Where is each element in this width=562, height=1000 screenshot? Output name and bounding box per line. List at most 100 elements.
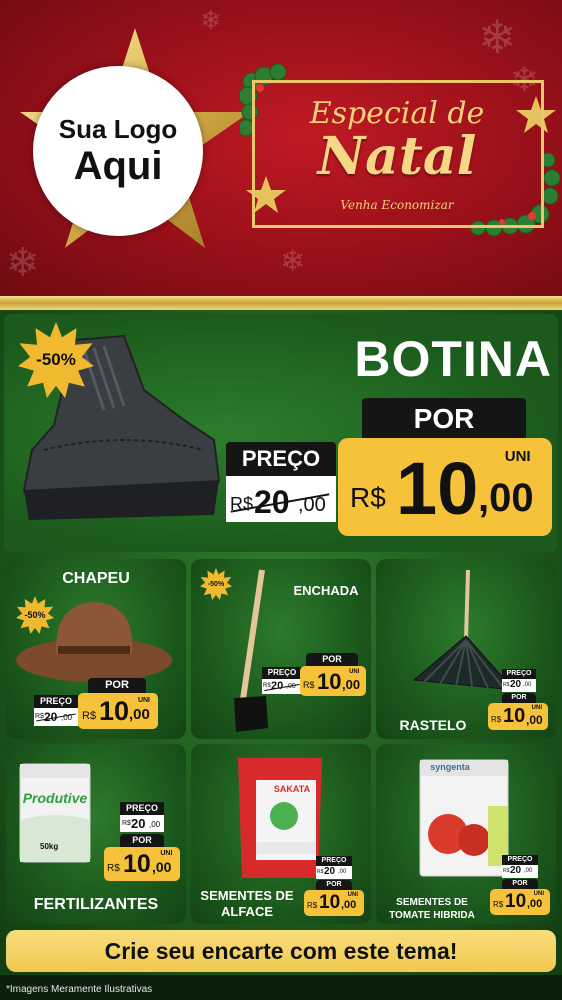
- snowflake-icon: ❄: [280, 244, 306, 279]
- unit-label: UNI: [349, 669, 360, 675]
- preco-label: PREÇO: [502, 855, 538, 865]
- preco-label: PREÇO: [34, 695, 78, 708]
- sale-price: UNI R$ 10 ,00: [300, 666, 366, 696]
- price-currency: R$: [107, 863, 120, 874]
- price-currency: R$: [493, 900, 504, 909]
- price-int: 10: [396, 447, 479, 530]
- old-price-cents: ,00: [524, 868, 533, 874]
- unit-label: UNI: [531, 705, 542, 711]
- old-price-currency: R$: [122, 820, 131, 827]
- price-cents: ,00: [478, 476, 534, 520]
- product-name: SEMENTES DE ALFACE: [194, 888, 300, 920]
- price-cents: ,00: [526, 713, 543, 727]
- old-price: R$ 20 ,00: [34, 708, 78, 726]
- preco-label: PREÇO: [262, 667, 302, 679]
- price-int: 10: [503, 705, 526, 727]
- footnote: *Imagens Meramente Ilustrativas: [6, 984, 153, 995]
- bag-brand: Produtive: [22, 790, 88, 806]
- unit-label: UNI: [347, 892, 358, 898]
- old-price-int: 20: [510, 865, 522, 876]
- preco-label: PREÇO: [316, 856, 352, 866]
- sale-price: UNI R$ 10 ,00: [78, 693, 158, 729]
- product-name: FERTILIZANTES: [33, 896, 159, 913]
- old-price-int: 20: [131, 816, 146, 831]
- old-price-cents: ,00: [338, 869, 347, 875]
- old-price: R$ 20 ,00: [262, 679, 302, 694]
- old-price-int: 20: [324, 866, 336, 877]
- price-cents: ,00: [129, 706, 150, 723]
- unit-label: UNI: [504, 447, 531, 465]
- old-price-cents: ,00: [149, 820, 161, 829]
- fertilizer-bag-image: [19, 763, 91, 863]
- logo-text-line2: Aqui: [73, 144, 163, 188]
- old-price-currency: R$: [503, 682, 510, 688]
- discount-badge: -50%: [18, 322, 94, 398]
- discount-badge: -50%: [200, 568, 232, 600]
- price-int: 10: [123, 850, 151, 878]
- unit-label: UNI: [533, 891, 544, 897]
- title-natal: Natal: [317, 126, 477, 187]
- price-currency: R$: [350, 482, 386, 513]
- unit-label: UNI: [160, 850, 173, 857]
- por-label: POR: [88, 678, 146, 693]
- product-name: CHAPEU: [62, 570, 130, 587]
- por-label: POR: [306, 653, 358, 666]
- price-cents: ,00: [342, 677, 361, 692]
- por-label: POR: [316, 880, 352, 890]
- price-cents: ,00: [341, 899, 357, 911]
- price-int: 10: [317, 669, 342, 694]
- gold-divider: [0, 296, 562, 310]
- preco-label: PREÇO: [226, 442, 336, 476]
- pack-brand: syngenta: [430, 762, 470, 772]
- cta-banner[interactable]: Crie seu encarte com este tema!: [6, 930, 556, 972]
- por-label: POR: [120, 834, 164, 847]
- sale-price: UNI R$ 10 ,00: [104, 847, 180, 881]
- title-subtitle: Venha Economizar: [340, 198, 454, 212]
- old-price-cents: ,00: [523, 682, 532, 688]
- product-name-line1: SEMENTES DE: [396, 897, 468, 908]
- product-name: SEMENTES DE TOMATE HIBRIDA: [380, 896, 484, 922]
- old-price: R$ 20 ,00: [316, 866, 352, 879]
- price-currency: R$: [303, 680, 315, 690]
- christmas-header-banner: ❄ ❄ ❄ ❄ ❄ Sua Logo Aqui Especial de Nata…: [0, 0, 562, 300]
- seed-pack-image: [419, 759, 509, 877]
- snowflake-icon: ❄: [478, 10, 517, 64]
- product-name-line2: TOMATE HIBRIDA: [389, 910, 475, 921]
- price-currency: R$: [307, 901, 318, 910]
- price-int: 10: [505, 891, 527, 912]
- price-int: 10: [99, 696, 130, 726]
- product-name: RASTELO: [399, 717, 467, 733]
- product-name: ENCHADA: [293, 583, 359, 598]
- price-cents: ,00: [152, 859, 172, 875]
- price-int: 10: [319, 892, 341, 913]
- preco-label: PREÇO: [502, 669, 536, 679]
- old-price-currency: R$: [503, 868, 510, 874]
- logo-placeholder[interactable]: Sua Logo Aqui: [33, 66, 203, 236]
- bag-weight: 50kg: [40, 842, 59, 851]
- old-price-currency: R$: [317, 869, 324, 875]
- preco-label: PREÇO: [120, 802, 164, 815]
- por-label: POR: [502, 879, 538, 889]
- discount-label: -50%: [24, 610, 46, 620]
- sale-price: UNI R$ 10 ,00: [304, 890, 364, 916]
- old-price: R$ 20 ,00: [502, 865, 538, 878]
- price-cents: ,00: [527, 898, 543, 910]
- pack-brand: SAKATA: [273, 784, 311, 794]
- por-label: POR: [502, 693, 536, 703]
- price-currency: R$: [82, 710, 97, 722]
- old-price: R$ 20 ,00: [226, 476, 336, 522]
- product-name-line2: ALFACE: [221, 904, 273, 919]
- seed-pack-image: [238, 758, 322, 878]
- sale-price: UNI R$ 10 ,00: [490, 889, 550, 915]
- old-price-int: 20: [510, 679, 522, 690]
- old-price: R$ 20 ,00: [120, 815, 164, 832]
- por-label: POR: [362, 398, 526, 440]
- product-name-line1: SEMENTES DE: [200, 888, 294, 903]
- discount-label: -50%: [36, 350, 76, 369]
- discount-label: -50%: [207, 580, 225, 588]
- unit-label: UNI: [137, 697, 150, 704]
- hero-product-title: BOTINA: [354, 331, 552, 387]
- price-currency: R$: [491, 715, 502, 724]
- sale-price: UNI R$ 10 ,00: [488, 703, 548, 730]
- discount-badge: -50%: [16, 596, 54, 634]
